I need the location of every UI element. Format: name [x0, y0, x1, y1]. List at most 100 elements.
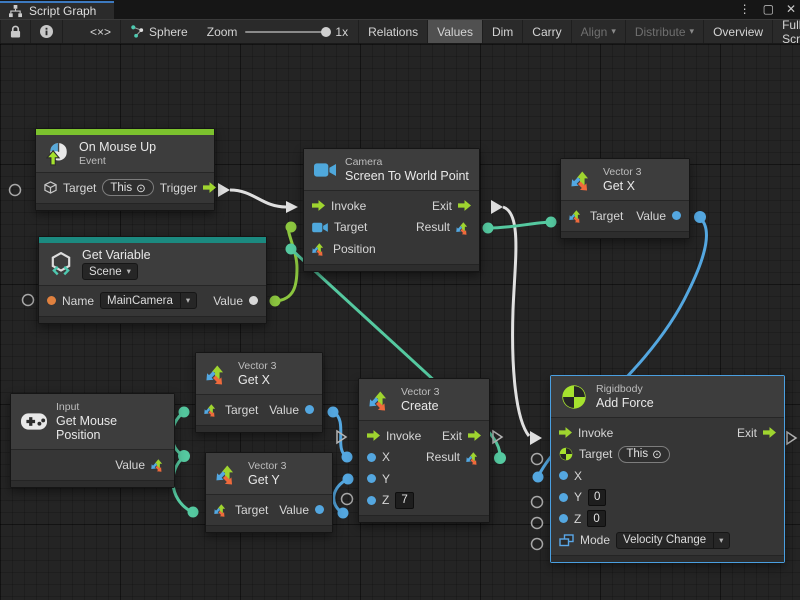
lock-button[interactable]	[0, 20, 31, 43]
exit-label: Exit	[432, 199, 452, 213]
y-value-field[interactable]: 0	[588, 489, 606, 506]
node-screen-to-world-point[interactable]: Camera Screen To World Point Invoke Exit…	[303, 148, 480, 272]
flow-arrow-icon[interactable]	[312, 200, 325, 211]
rigidbody-icon[interactable]	[559, 447, 573, 461]
node-get-variable[interactable]: Get Variable Scene ▾ Name MainCamera ▾ V…	[38, 236, 267, 324]
value-label: Value	[636, 209, 666, 223]
node-get-x-top[interactable]: Vector 3 Get X Target Value	[560, 158, 690, 239]
result-label: Result	[426, 450, 460, 464]
info-button[interactable]	[31, 20, 63, 43]
camera-icon	[314, 162, 336, 178]
x-port[interactable]	[367, 453, 376, 462]
vector3-icon[interactable]	[466, 450, 481, 465]
vector3-icon	[369, 388, 392, 411]
node-get-mouse-position[interactable]: Input Get Mouse Position Value	[10, 393, 175, 488]
z-label: Z	[574, 512, 581, 526]
node-title: Get Y	[248, 473, 287, 487]
y-port[interactable]	[559, 493, 568, 502]
vector3-icon	[216, 462, 239, 485]
distribute-button[interactable]: Distribute▾	[626, 20, 704, 43]
zoom-slider[interactable]	[245, 31, 327, 33]
flow-arrow-icon[interactable]	[763, 427, 776, 438]
value-port[interactable]	[249, 296, 258, 305]
mode-label: Mode	[580, 533, 610, 547]
graph-name: Sphere	[149, 25, 188, 39]
node-on-mouse-up[interactable]: On Mouse Up Event Target This ⊙ Trigger	[35, 128, 215, 211]
maximize-icon[interactable]: ▢	[763, 2, 774, 16]
flow-arrow-icon[interactable]	[203, 182, 216, 193]
invoke-label: Invoke	[386, 429, 421, 443]
node-get-y[interactable]: Vector 3 Get Y Target Value	[205, 452, 333, 533]
position-label: Position	[333, 242, 376, 256]
chevron-down-icon: ▾	[690, 26, 695, 37]
tab-script-graph[interactable]: Script Graph	[0, 1, 114, 19]
scope-dropdown[interactable]: Scene ▾	[82, 263, 138, 280]
overview-button[interactable]: Overview	[704, 20, 773, 43]
x-port[interactable]	[559, 471, 568, 480]
node-kind: Vector 3	[248, 460, 287, 472]
value-port[interactable]	[672, 211, 681, 220]
x-label: X	[382, 450, 390, 464]
target-label: Target	[579, 447, 612, 461]
vector3-icon[interactable]	[214, 502, 229, 517]
node-title: Get X	[603, 179, 642, 193]
align-button[interactable]: Align▾	[572, 20, 626, 43]
y-label: Y	[574, 490, 582, 504]
vector3-icon[interactable]	[312, 241, 327, 256]
close-icon[interactable]: ✕	[786, 2, 796, 16]
z-value-field[interactable]: 0	[587, 510, 605, 527]
vector3-icon[interactable]	[204, 402, 219, 417]
info-icon	[40, 25, 53, 38]
relations-button[interactable]: Relations	[358, 20, 428, 43]
target-this-button[interactable]: This ⊙	[102, 179, 153, 196]
z-label: Z	[382, 493, 389, 507]
vector3-icon[interactable]	[569, 208, 584, 223]
node-title: Create	[401, 399, 440, 413]
flow-arrow-icon[interactable]	[559, 427, 572, 438]
zoom-slider-thumb[interactable]	[321, 27, 331, 37]
name-port[interactable]	[47, 296, 56, 305]
node-kind: Vector 3	[603, 166, 642, 178]
z-port[interactable]	[559, 514, 568, 523]
vector3-icon	[571, 168, 594, 191]
mode-enum-icon[interactable]	[559, 534, 574, 547]
title-bar: Script Graph ⋮ ▢ ✕	[0, 0, 800, 19]
trigger-label: Trigger	[160, 181, 198, 195]
carry-button[interactable]: Carry	[523, 20, 571, 43]
target-label: Target	[590, 209, 623, 223]
z-value-field[interactable]: 7	[395, 492, 413, 509]
z-port[interactable]	[367, 496, 376, 505]
vector3-icon[interactable]	[456, 220, 471, 235]
x-label: X	[574, 469, 582, 483]
zoom-value: 1x	[335, 25, 348, 39]
node-add-force[interactable]: Rigidbody Add Force Invoke Exit Target T…	[550, 375, 785, 563]
target-label: Target	[235, 503, 268, 517]
mode-dropdown[interactable]: Velocity Change ▾	[616, 532, 730, 549]
target-this-button[interactable]: This ⊙	[618, 446, 669, 463]
value-port[interactable]	[305, 405, 314, 414]
target-picker-icon: ⊙	[136, 181, 146, 195]
variable-name-dropdown[interactable]: MainCamera ▾	[100, 292, 197, 309]
chevron-down-icon: ▾	[713, 533, 723, 548]
target-picker-icon: ⊙	[652, 447, 662, 461]
value-label: Value	[115, 458, 145, 472]
vector3-icon[interactable]	[151, 457, 166, 472]
y-port[interactable]	[367, 474, 376, 483]
preview-code-button[interactable]: <×>	[81, 20, 121, 43]
flow-arrow-icon[interactable]	[458, 200, 471, 211]
value-port[interactable]	[315, 505, 324, 514]
values-button[interactable]: Values	[428, 20, 483, 43]
chevron-down-icon: ▾	[180, 293, 190, 308]
node-title: Get Mouse Position	[56, 414, 164, 442]
menu-kebab-icon[interactable]: ⋮	[739, 2, 751, 16]
flow-arrow-icon[interactable]	[468, 430, 481, 441]
flow-arrow-icon[interactable]	[367, 430, 380, 441]
node-create[interactable]: Vector 3 Create Invoke Exit X Result	[358, 378, 490, 523]
y-label: Y	[382, 472, 390, 486]
graph-breadcrumb[interactable]: Sphere	[121, 20, 197, 43]
dim-button[interactable]: Dim	[483, 20, 523, 43]
node-get-x-mid[interactable]: Vector 3 Get X Target Value	[195, 352, 323, 433]
full-screen-button[interactable]: Full Screen	[773, 20, 800, 43]
camera-icon[interactable]	[312, 222, 328, 233]
node-title: On Mouse Up	[79, 140, 156, 154]
